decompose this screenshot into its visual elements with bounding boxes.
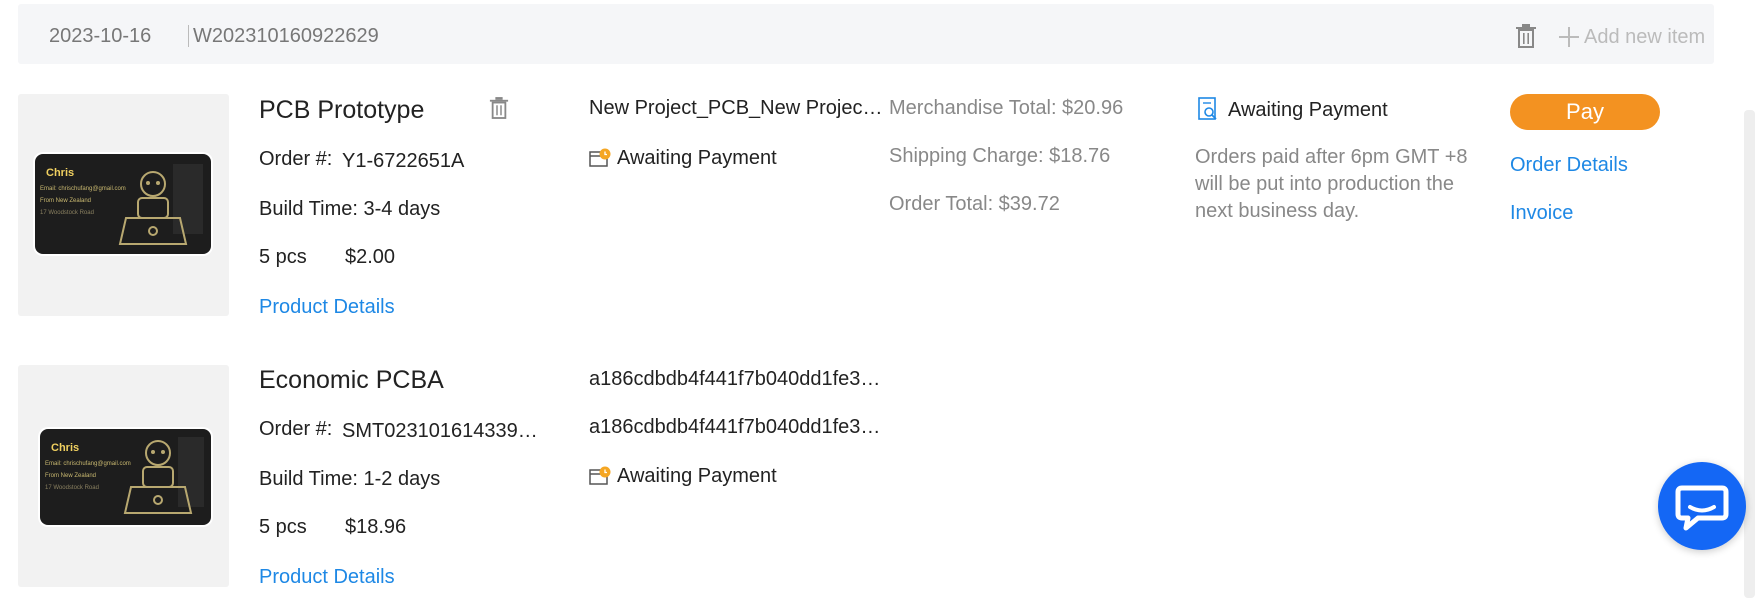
file-name[interactable]: a186cdbdb4f441f7b040dd1fe3c2a8b1 — [589, 416, 886, 439]
trash-icon[interactable] — [1515, 23, 1537, 49]
pay-button[interactable]: Pay — [1510, 94, 1660, 130]
chat-button[interactable] — [1658, 462, 1746, 550]
header-divider — [188, 25, 189, 47]
plus-icon[interactable] — [1558, 26, 1580, 48]
product-details-link[interactable]: Product Details — [259, 566, 395, 589]
build-time: Build Time: 3-4 days — [259, 198, 441, 220]
unit-price: $2.00 — [345, 246, 396, 268]
production-note: Orders paid after 6pm GMT +8 will be put… — [1195, 146, 1468, 222]
svg-text:17 Woodstock Road: 17 Woodstock Road — [45, 485, 99, 491]
order-date: 2023-10-16 — [49, 25, 152, 47]
svg-text:Chris: Chris — [51, 442, 79, 454]
order-status: Awaiting Payment — [1228, 99, 1388, 121]
product-title: PCB Prototype — [259, 96, 425, 124]
product-title: Economic PCBA — [259, 366, 444, 394]
wallet-clock-icon — [589, 466, 611, 485]
file-name[interactable]: New Project_PCB_New Project_2023-10-16 — [589, 97, 886, 120]
pcb-board-image: Chris Email: chrischufang@gmail.com From… — [33, 152, 213, 256]
quantity: 5 pcs — [259, 246, 307, 268]
svg-text:From New Zealand: From New Zealand — [40, 198, 91, 204]
build-time: Build Time: 1-2 days — [259, 468, 441, 490]
unit-price: $18.96 — [345, 516, 407, 538]
trash-icon[interactable] — [489, 96, 509, 120]
product-thumbnail[interactable]: Chris Email: chrischufang@gmail.com From… — [18, 94, 229, 316]
document-search-icon — [1198, 97, 1217, 120]
svg-text:Email: chrischufang@gmail.com: Email: chrischufang@gmail.com — [45, 461, 131, 467]
wallet-clock-icon — [589, 148, 611, 167]
quantity: 5 pcs — [259, 516, 307, 538]
product-details-link[interactable]: Product Details — [259, 296, 395, 319]
order-details-link[interactable]: Order Details — [1510, 154, 1628, 177]
item-order-number: SMT02310161433921A — [342, 420, 547, 442]
item-order-number: Y1-6722651A — [342, 150, 465, 172]
item-status: Awaiting Payment — [617, 465, 777, 487]
invoice-link[interactable]: Invoice — [1510, 202, 1573, 225]
order-total: Order Total: $39.72 — [889, 193, 1060, 215]
file-name[interactable]: a186cdbdb4f441f7b040dd1fe3c2a8b1 — [589, 368, 886, 391]
order-number-label: Order #: — [259, 418, 333, 440]
order-number-label: Order #: — [259, 148, 333, 170]
product-thumbnail[interactable]: Chris Email: chrischufang@gmail.com From… — [18, 365, 229, 587]
svg-text:Email: chrischufang@gmail.com: Email: chrischufang@gmail.com — [40, 186, 126, 192]
merchandise-total: Merchandise Total: $20.96 — [889, 97, 1124, 119]
add-new-item-button[interactable]: Add new item — [1584, 26, 1730, 49]
svg-text:From New Zealand: From New Zealand — [45, 473, 96, 479]
item-status: Awaiting Payment — [617, 147, 777, 169]
svg-text:17 Woodstock Road: 17 Woodstock Road — [40, 210, 94, 216]
pcb-board-image: Chris Email: chrischufang@gmail.com From… — [38, 427, 213, 527]
order-number: W202310160922629 — [193, 25, 379, 47]
order-header: 2023-10-16 W202310160922629 Add new item — [18, 4, 1714, 64]
svg-text:Chris: Chris — [46, 167, 74, 179]
chat-bubble-icon — [1675, 485, 1729, 531]
shipping-charge: Shipping Charge: $18.76 — [889, 145, 1111, 167]
